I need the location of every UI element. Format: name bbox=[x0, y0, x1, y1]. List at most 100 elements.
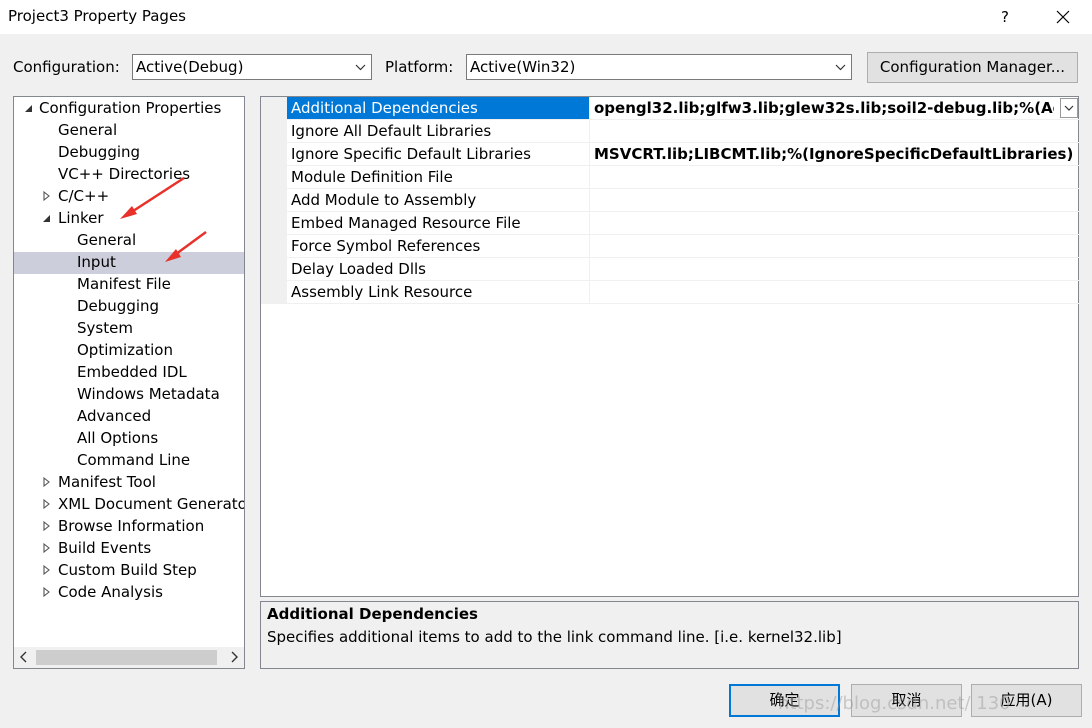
property-row[interactable]: Ignore Specific Default Libraries MSVCRT.… bbox=[287, 143, 1079, 166]
tree-horizontal-scrollbar[interactable] bbox=[14, 647, 244, 668]
tree-item[interactable]: Build Events bbox=[14, 538, 244, 560]
tree-item[interactable]: VC++ Directories bbox=[14, 164, 244, 186]
tree-item-label: Configuration Properties bbox=[39, 99, 222, 117]
tree-item-label: Manifest File bbox=[77, 275, 171, 293]
tree-item[interactable]: Browse Information bbox=[14, 516, 244, 538]
tree-item-label: Linker bbox=[58, 209, 104, 227]
collapsed-triangle-icon[interactable] bbox=[41, 541, 53, 555]
tree-item-label: Embedded IDL bbox=[77, 363, 187, 381]
cancel-button[interactable]: 取消 bbox=[851, 684, 962, 717]
chevron-down-icon bbox=[1064, 105, 1074, 111]
property-value[interactable] bbox=[594, 212, 1077, 234]
tree-item[interactable]: Code Analysis bbox=[14, 582, 244, 604]
tree-item-label: Debugging bbox=[58, 143, 141, 161]
tree-item[interactable]: Advanced bbox=[14, 406, 244, 428]
configuration-manager-button[interactable]: Configuration Manager... bbox=[867, 52, 1078, 83]
chevron-down-icon bbox=[835, 64, 846, 71]
property-name: Ignore All Default Libraries bbox=[287, 120, 590, 142]
property-value[interactable] bbox=[594, 235, 1077, 257]
tree-item-label: All Options bbox=[77, 429, 159, 447]
property-tree[interactable]: Configuration Properties General Debugging… bbox=[13, 96, 245, 669]
property-value[interactable] bbox=[594, 281, 1077, 303]
scroll-left-icon[interactable] bbox=[20, 651, 28, 663]
property-row[interactable]: Additional Dependencies opengl32.lib;glfw… bbox=[287, 97, 1079, 120]
property-row[interactable]: Module Definition File bbox=[287, 166, 1079, 189]
help-button[interactable]: ? bbox=[990, 2, 1020, 32]
scroll-thumb[interactable] bbox=[36, 650, 217, 665]
tree-item[interactable]: General bbox=[14, 230, 244, 252]
tree-item-label: XML Document Generato bbox=[58, 495, 245, 513]
apply-button[interactable]: 应用(A) bbox=[971, 684, 1082, 717]
tree-item[interactable]: All Options bbox=[14, 428, 244, 450]
tree-item[interactable]: Input bbox=[14, 252, 244, 274]
tree-item-label: Manifest Tool bbox=[58, 473, 156, 491]
property-value[interactable] bbox=[594, 189, 1077, 211]
collapsed-triangle-icon[interactable] bbox=[41, 585, 53, 599]
collapsed-triangle-icon[interactable] bbox=[41, 563, 53, 577]
platform-value: Active(Win32) bbox=[470, 58, 576, 76]
collapsed-triangle-icon[interactable] bbox=[41, 475, 53, 489]
expanded-triangle-icon[interactable] bbox=[41, 211, 53, 225]
tree-item[interactable]: Linker bbox=[14, 208, 244, 230]
property-row[interactable]: Embed Managed Resource File bbox=[287, 212, 1079, 235]
tree-item-label: VC++ Directories bbox=[58, 165, 191, 183]
tree-item-label: Advanced bbox=[77, 407, 152, 425]
tree-item-label: Build Events bbox=[58, 539, 152, 557]
property-row[interactable]: Force Symbol References bbox=[287, 235, 1079, 258]
scroll-right-icon[interactable] bbox=[230, 651, 238, 663]
tree-item[interactable]: C/C++ bbox=[14, 186, 244, 208]
tree-item[interactable]: Optimization bbox=[14, 340, 244, 362]
tree-item-label: Custom Build Step bbox=[58, 561, 197, 579]
tree-item[interactable]: Configuration Properties bbox=[14, 98, 244, 120]
property-row[interactable]: Ignore All Default Libraries bbox=[287, 120, 1079, 143]
tree-item-label: Windows Metadata bbox=[77, 385, 220, 403]
platform-label: Platform: bbox=[385, 58, 454, 76]
property-value[interactable]: MSVCRT.lib;LIBCMT.lib;%(IgnoreSpecificDe… bbox=[594, 143, 1077, 165]
grid-margin bbox=[261, 97, 287, 304]
collapsed-triangle-icon[interactable] bbox=[41, 189, 53, 203]
configuration-value: Active(Debug) bbox=[136, 58, 244, 76]
property-grid[interactable]: Additional Dependencies opengl32.lib;glfw… bbox=[260, 96, 1079, 597]
property-name: Force Symbol References bbox=[287, 235, 590, 257]
expanded-triangle-icon[interactable] bbox=[23, 101, 35, 115]
tree-item[interactable]: Custom Build Step bbox=[14, 560, 244, 582]
property-row[interactable]: Add Module to Assembly bbox=[287, 189, 1079, 212]
window-title: Project3 Property Pages bbox=[8, 7, 187, 25]
configuration-dropdown[interactable]: Active(Debug) bbox=[132, 54, 372, 80]
property-row[interactable]: Assembly Link Resource bbox=[287, 281, 1079, 304]
property-name: Add Module to Assembly bbox=[287, 189, 590, 211]
property-name: Embed Managed Resource File bbox=[287, 212, 590, 234]
tree-item[interactable]: Manifest Tool bbox=[14, 472, 244, 494]
property-row[interactable]: Delay Loaded Dlls bbox=[287, 258, 1079, 281]
property-value-dropdown-button[interactable] bbox=[1060, 98, 1078, 118]
property-value[interactable] bbox=[594, 166, 1077, 188]
description-text: Specifies additional items to add to the… bbox=[267, 628, 842, 646]
close-icon bbox=[1056, 10, 1070, 24]
tree-item-label: Browse Information bbox=[58, 517, 205, 535]
tree-item[interactable]: Windows Metadata bbox=[14, 384, 244, 406]
property-name: Additional Dependencies bbox=[287, 97, 590, 119]
tree-item[interactable]: Command Line bbox=[14, 450, 244, 472]
tree-item[interactable]: System bbox=[14, 318, 244, 340]
description-panel: Additional Dependencies Specifies additi… bbox=[260, 601, 1079, 669]
close-button[interactable] bbox=[1046, 2, 1080, 32]
tree-item-label: Command Line bbox=[77, 451, 191, 469]
tree-item-label: System bbox=[77, 319, 133, 337]
tree-item[interactable]: Debugging bbox=[14, 296, 244, 318]
tree-item[interactable]: XML Document Generato bbox=[14, 494, 244, 516]
tree-item[interactable]: Manifest File bbox=[14, 274, 244, 296]
tree-item[interactable]: General bbox=[14, 120, 244, 142]
property-value[interactable] bbox=[594, 258, 1077, 280]
collapsed-triangle-icon[interactable] bbox=[41, 497, 53, 511]
tree-item[interactable]: Embedded IDL bbox=[14, 362, 244, 384]
collapsed-triangle-icon[interactable] bbox=[41, 519, 53, 533]
chevron-down-icon bbox=[355, 64, 366, 71]
tree-item[interactable]: Debugging bbox=[14, 142, 244, 164]
property-value[interactable] bbox=[594, 120, 1077, 142]
ok-button[interactable]: 确定 bbox=[729, 684, 840, 717]
tree-item-label: General bbox=[58, 121, 118, 139]
configuration-label: Configuration: bbox=[13, 58, 120, 76]
description-title: Additional Dependencies bbox=[267, 605, 478, 623]
platform-dropdown[interactable]: Active(Win32) bbox=[466, 54, 852, 80]
property-value[interactable]: opengl32.lib;glfw3.lib;glew32s.lib;soil2… bbox=[594, 97, 1054, 119]
